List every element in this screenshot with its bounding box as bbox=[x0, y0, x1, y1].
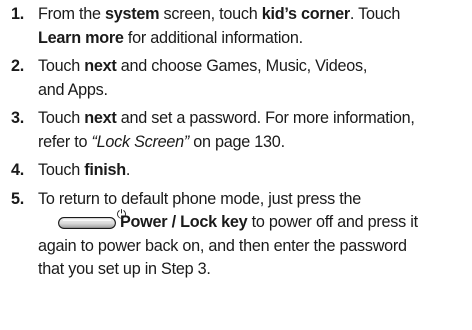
lock-screen-reference: “Lock Screen” bbox=[91, 132, 190, 151]
step-number: 5. bbox=[11, 189, 25, 208]
power-symbol-icon: ⏻ bbox=[116, 206, 127, 221]
step-number: 4. bbox=[11, 161, 25, 179]
step-number: 1. bbox=[11, 5, 25, 23]
step-4: 4. Touch finish. bbox=[0, 159, 472, 183]
step-number: 3. bbox=[11, 109, 25, 127]
kids-corner-term: kid’s corner bbox=[261, 5, 350, 23]
instruction-steps: 1. From the system screen, touch kid’s c… bbox=[0, 3, 472, 287]
learn-more-term: Learn more bbox=[38, 28, 124, 47]
finish-term: finish bbox=[84, 161, 126, 179]
power-lock-key-term: Power / Lock key bbox=[120, 213, 248, 231]
next-term: next bbox=[84, 109, 117, 127]
system-term: system bbox=[105, 5, 160, 23]
step-2: 2. Touch next and choose Games, Music, V… bbox=[11, 57, 368, 99]
step-number: 2. bbox=[11, 57, 25, 75]
step-5: 5. To return to default phone mode, just… bbox=[11, 189, 418, 279]
step-1: 1. From the system screen, touch kid’s c… bbox=[11, 5, 401, 47]
next-term: next bbox=[84, 57, 117, 75]
power-key-shape bbox=[58, 216, 116, 229]
power-key-icon: ⏻ bbox=[58, 208, 126, 229]
step-3: 3. Touch next and set a password. For mo… bbox=[11, 109, 415, 151]
